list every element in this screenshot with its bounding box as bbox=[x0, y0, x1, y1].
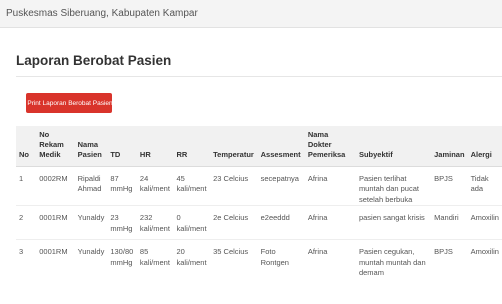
col-header-hr: HR bbox=[139, 150, 151, 160]
cell-hr: 232 kali/ment bbox=[139, 213, 170, 233]
cell-assesment: secepatnya bbox=[260, 173, 299, 183]
cell-temperatur: 2e Celcius bbox=[213, 213, 249, 222]
col-header-no: No bbox=[19, 150, 29, 160]
col-header-no-rekam-medik: No Rekam Medik bbox=[39, 130, 64, 160]
cell-assesment: Foto Rontgen bbox=[260, 247, 289, 267]
cell-rr: 20 kali/ment bbox=[176, 247, 207, 267]
cell-assesment: e2eeddd bbox=[260, 213, 290, 222]
cell-subyektif: pasien sangat krisis bbox=[358, 213, 425, 222]
cell-td: 130/80 mmHg bbox=[110, 247, 134, 267]
cell-subyektif: Pasien terlihat muntah dan pucat setelah… bbox=[358, 173, 419, 204]
col-header-nama-pasien: Nama Pasien bbox=[77, 140, 102, 160]
cell-nama-dokter: Afrina bbox=[307, 247, 328, 256]
cell-temperatur: 35 Celcius bbox=[213, 247, 249, 256]
report-table-container: No No Rekam Medik Nama Pasien TD HR RR T… bbox=[16, 126, 502, 276]
cell-no: 3 bbox=[19, 247, 24, 256]
cell-alergi: Amoxilin bbox=[470, 213, 499, 222]
page-title: Laporan Berobat Pasien bbox=[16, 53, 172, 68]
table-row: 1 0002RM Ripaldi Ahmad 87 mmHg 24 kali/m… bbox=[16, 166, 502, 206]
col-header-temperatur: Temperatur bbox=[213, 150, 254, 160]
cell-jaminan: Mandiri bbox=[434, 213, 459, 222]
report-table: No No Rekam Medik Nama Pasien TD HR RR T… bbox=[16, 126, 502, 276]
cell-nama-dokter: Afrina bbox=[307, 173, 328, 183]
cell-nama-pasien: Ripaldi Ahmad bbox=[77, 173, 102, 194]
cell-td: 23 mmHg bbox=[110, 213, 133, 233]
cell-nama-pasien: Yunaldy bbox=[77, 247, 105, 256]
cell-jaminan: BPJS bbox=[434, 247, 453, 256]
col-header-subyektif: Subyektif bbox=[358, 150, 393, 160]
cell-no: 1 bbox=[19, 173, 24, 183]
cell-hr: 24 kali/ment bbox=[139, 173, 170, 194]
table-row: 3 0001RM Yunaldy 130/80 mmHg 85 kali/men… bbox=[16, 240, 502, 276]
cell-alergi: Amoxilin bbox=[470, 247, 499, 256]
cell-temperatur: 23 Celcius bbox=[213, 173, 249, 183]
cell-no-rekam-medik: 0001RM bbox=[39, 247, 68, 256]
cell-rr: 45 kali/ment bbox=[176, 173, 207, 194]
cell-rr: 0 kali/ment bbox=[176, 213, 207, 233]
cell-td: 87 mmHg bbox=[110, 173, 133, 194]
top-bar: Puskesmas Siberuang, Kabupaten Kampar bbox=[0, 0, 502, 28]
col-header-td: TD bbox=[110, 150, 121, 160]
table-header-row: No No Rekam Medik Nama Pasien TD HR RR T… bbox=[16, 126, 502, 166]
cell-nama-pasien: Yunaldy bbox=[77, 213, 105, 222]
col-header-assesment: Assesment bbox=[260, 150, 301, 160]
col-header-jaminan: Jaminan bbox=[434, 150, 465, 160]
cell-no-rekam-medik: 0002RM bbox=[39, 173, 68, 183]
cell-jaminan: BPJS bbox=[434, 173, 453, 183]
table-row: 2 0001RM Yunaldy 23 mmHg 232 kali/ment 0… bbox=[16, 206, 502, 240]
col-header-alergi: Alergi bbox=[470, 150, 492, 160]
cell-no: 2 bbox=[19, 213, 24, 222]
col-header-nama-dokter: Nama Dokter Pemeriksa bbox=[307, 130, 346, 160]
cell-hr: 85 kali/ment bbox=[139, 247, 170, 267]
cell-subyektif: Pasien cegukan, muntah muntah dan demam bbox=[358, 247, 426, 276]
app-title: Puskesmas Siberuang, Kabupaten Kampar bbox=[6, 8, 198, 19]
cell-nama-dokter: Afrina bbox=[307, 213, 328, 222]
title-divider bbox=[16, 76, 502, 77]
cell-alergi: Tidak ada bbox=[470, 173, 489, 194]
print-report-button[interactable]: Print Laporan Berobat Pasien bbox=[26, 93, 113, 113]
cell-no-rekam-medik: 0001RM bbox=[39, 213, 68, 222]
print-report-label: Print Laporan Berobat Pasien bbox=[27, 99, 113, 107]
col-header-rr: RR bbox=[176, 150, 188, 160]
